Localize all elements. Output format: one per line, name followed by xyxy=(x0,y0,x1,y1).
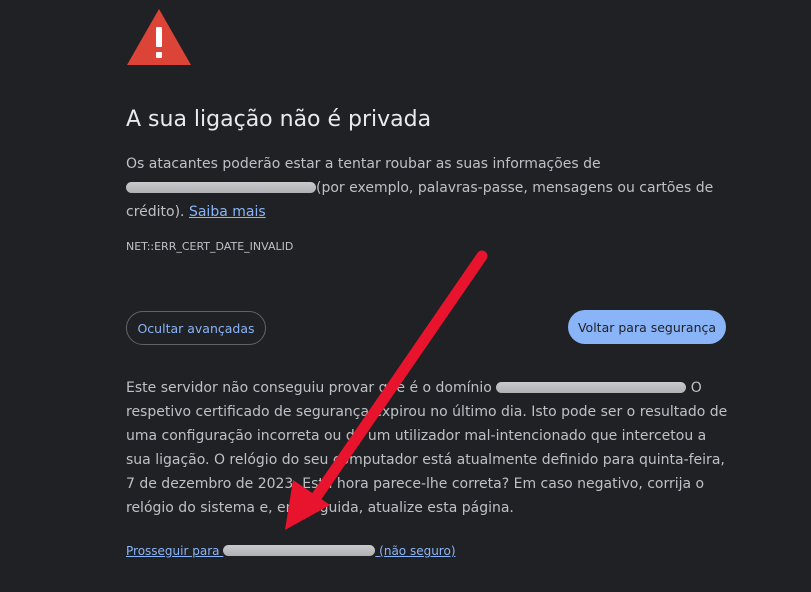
summary-text-before: Os atacantes poderão estar a tentar roub… xyxy=(126,156,601,172)
details-text-before: Este servidor não conseguiu provar que é… xyxy=(126,380,492,396)
redacted-domain xyxy=(126,181,316,193)
proceed-row: Prosseguir para (não seguro) xyxy=(126,544,456,558)
details-text-after: O respetivo certificado de segurança exp… xyxy=(126,380,728,516)
redacted-domain-details xyxy=(496,381,687,393)
error-code: NET::ERR_CERT_DATE_INVALID xyxy=(126,240,294,253)
redacted-domain-proceed xyxy=(223,545,376,556)
warning-summary: Os atacantes poderão estar a tentar roub… xyxy=(126,152,726,224)
proceed-unsafe-link[interactable]: Prosseguir para (não seguro) xyxy=(126,544,456,558)
warning-triangle-icon xyxy=(127,9,191,65)
details-paragraph: Este servidor não conseguiu provar que é… xyxy=(126,376,728,520)
proceed-link-suffix: (não seguro) xyxy=(379,544,456,558)
proceed-link-prefix: Prosseguir para xyxy=(126,544,220,558)
page-title: A sua ligação não é privada xyxy=(126,107,432,132)
back-to-safety-button[interactable]: Voltar para segurança xyxy=(568,310,726,344)
learn-more-link[interactable]: Saiba mais xyxy=(189,204,266,220)
hide-advanced-button[interactable]: Ocultar avançadas xyxy=(126,311,266,345)
